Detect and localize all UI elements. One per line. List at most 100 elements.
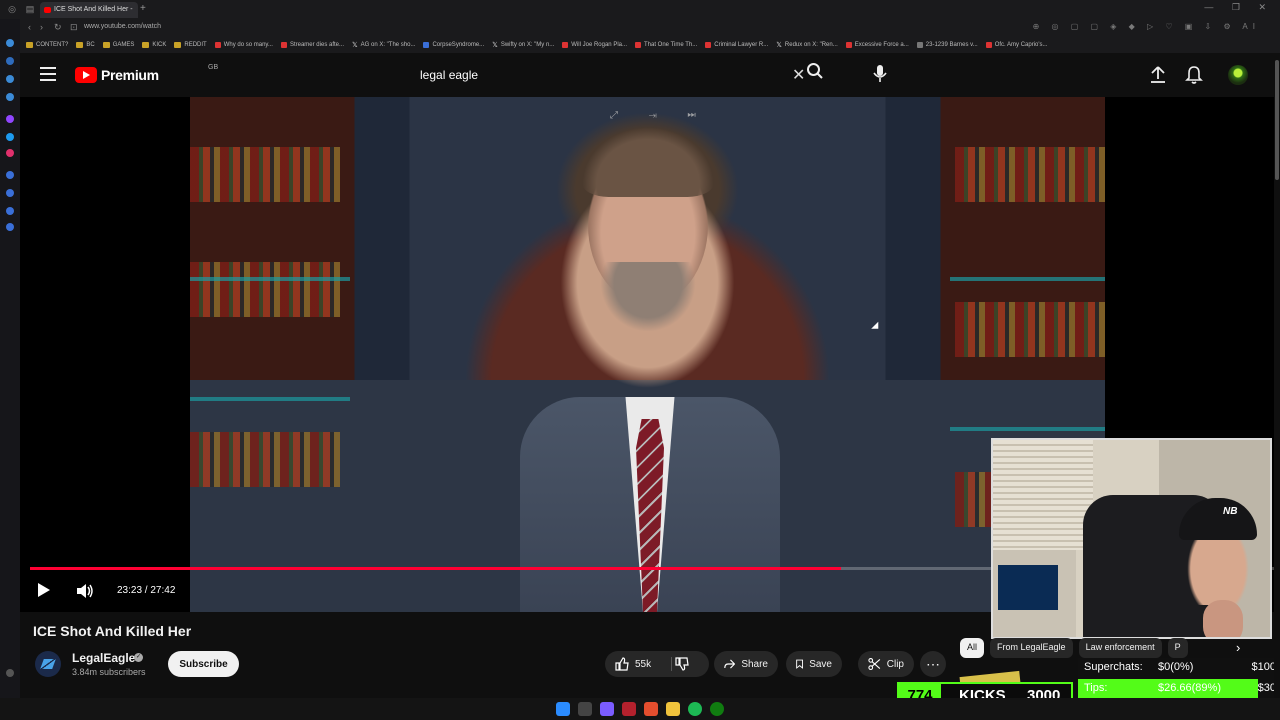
- bookmark-label: Excessive Force a...: [854, 42, 909, 48]
- bookmark-item[interactable]: 𝕏 Redux on X: "Ren...: [776, 41, 837, 49]
- bookmark-item[interactable]: CONTENT?: [26, 42, 68, 48]
- sidebar-toggle-icon[interactable]: ▤: [24, 3, 36, 15]
- channel-avatar[interactable]: [35, 651, 61, 677]
- new-tab-button[interactable]: +: [140, 3, 146, 14]
- x-icon: 𝕏: [352, 42, 358, 49]
- share-button[interactable]: Share: [714, 651, 778, 677]
- sidebar-app-icon[interactable]: [6, 133, 14, 141]
- address-bar[interactable]: www.youtube.com/watch: [84, 23, 161, 30]
- sidebar-app-icon[interactable]: [6, 57, 14, 65]
- hamburger-menu-icon[interactable]: [40, 67, 56, 81]
- search-taskbar-icon[interactable]: [578, 702, 592, 716]
- play-button[interactable]: [38, 583, 50, 597]
- logo-text: Premium: [101, 67, 159, 83]
- sidebar-app-icon[interactable]: [6, 171, 14, 179]
- shelf-decoration: [950, 427, 1105, 431]
- bookmark-label: CONTENT?: [36, 42, 69, 48]
- filter-chip[interactable]: P: [1167, 638, 1188, 658]
- site-info-icon[interactable]: ⊡: [70, 22, 78, 33]
- browser-sidebar: [0, 19, 20, 699]
- goal-row: Superchats: $0(0%) $100: [1078, 658, 1280, 678]
- search-icon[interactable]: [806, 62, 824, 80]
- bookmark-item[interactable]: 𝕏 Swifty on X: "My n...: [492, 41, 554, 49]
- sidebar-app-icon[interactable]: [6, 75, 14, 83]
- bookmark-item[interactable]: 23-1239 Barnes v...: [916, 42, 978, 48]
- bookmark-item[interactable]: Ofc. Amy Caprio's...: [985, 42, 1048, 48]
- folder-icon: [102, 42, 110, 48]
- clear-search-icon[interactable]: ✕: [792, 65, 805, 85]
- subscribe-button[interactable]: Subscribe: [168, 651, 239, 677]
- bookmark-item[interactable]: GAMES: [102, 42, 134, 48]
- spotify-icon[interactable]: [688, 702, 702, 716]
- filter-chip[interactable]: Law enforcement: [1078, 638, 1162, 658]
- bookmark-label: CorpseSyndrome...: [432, 42, 485, 48]
- filter-chip[interactable]: All: [960, 638, 985, 658]
- windows-start-icon[interactable]: [556, 702, 570, 716]
- more-actions-button[interactable]: ⋯: [920, 651, 946, 677]
- verified-check-icon: ✓: [134, 653, 143, 662]
- channel-name[interactable]: LegalEagle: [72, 651, 135, 665]
- sidebar-app-icon[interactable]: [6, 115, 14, 123]
- filter-chip[interactable]: From LegalEagle: [990, 638, 1073, 658]
- bookmark-item[interactable]: 𝕏 AG on X: "The sho...: [352, 41, 415, 49]
- bookmark-item[interactable]: That One Time Th...: [635, 42, 697, 48]
- bookmark-item[interactable]: REDDIT: [174, 42, 207, 48]
- bookmark-item[interactable]: Excessive Force a...: [845, 42, 909, 48]
- bookmark-label: AG on X: "The sho...: [360, 42, 416, 48]
- notifications-bell-icon[interactable]: [1185, 65, 1203, 85]
- create-upload-icon[interactable]: [1150, 66, 1166, 84]
- chrome-icon[interactable]: [644, 702, 658, 716]
- bookmark-item[interactable]: Will Joe Rogan Pla...: [562, 42, 627, 48]
- bookmark-item[interactable]: BC: [76, 42, 95, 48]
- bookmark-item[interactable]: Criminal Lawyer R...: [705, 42, 768, 48]
- bookmark-item[interactable]: Streamer dies afte...: [280, 42, 344, 48]
- time-display: 23:23 / 27:42: [117, 585, 176, 596]
- x-icon: 𝕏: [776, 42, 782, 49]
- forward-icon[interactable]: ›: [40, 22, 43, 32]
- bookmark-label: 23-1239 Barnes v...: [925, 42, 978, 48]
- sidebar-app-icon[interactable]: [6, 207, 14, 215]
- thumbs-up-icon[interactable]: [615, 657, 629, 671]
- sidebar-app-icon[interactable]: [6, 149, 14, 157]
- save-button[interactable]: Save: [786, 651, 842, 677]
- window-controls[interactable]: — ❐ ✕: [1204, 2, 1274, 13]
- bookmark-item[interactable]: KICK: [142, 42, 166, 48]
- reload-icon[interactable]: ↻: [54, 22, 62, 33]
- bookmark-item[interactable]: Why do so many...: [214, 42, 273, 48]
- search-input[interactable]: [412, 64, 772, 86]
- volume-icon[interactable]: [76, 583, 94, 599]
- sidebar-app-icon[interactable]: [6, 189, 14, 197]
- scrollbar-thumb[interactable]: [1275, 60, 1279, 180]
- xbox-icon[interactable]: [710, 702, 724, 716]
- sidebar-app-icon[interactable]: [6, 39, 14, 47]
- opera-icon[interactable]: [622, 702, 636, 716]
- search-box: ✕: [412, 64, 810, 86]
- sidebar-app-icon[interactable]: [6, 223, 14, 231]
- thumbs-down-icon[interactable]: [675, 657, 689, 671]
- video-frame[interactable]: [190, 97, 1105, 612]
- player-overlay-controls[interactable]: ⤢ ⇥ ⏭: [610, 110, 710, 121]
- microphone-icon[interactable]: [873, 64, 887, 84]
- extension-icons[interactable]: ⊕ ◎ ▢ ▢ ◈ ◆ ▷ ♡ ▣ ⇩ ⚙ AI: [1033, 22, 1260, 31]
- subscriber-count: 3.84m subscribers: [72, 667, 146, 677]
- file-explorer-icon[interactable]: [666, 702, 680, 716]
- bookmark-label: Redux on X: "Ren...: [784, 42, 838, 48]
- bookshelf-decoration: [190, 432, 340, 487]
- sidebar-app-icon[interactable]: [6, 93, 14, 101]
- reddit-icon: [845, 42, 852, 48]
- like-count[interactable]: 55k: [635, 659, 651, 670]
- sidebar-settings-icon[interactable]: [6, 669, 14, 677]
- bookmark-item[interactable]: CorpseSyndrome...: [423, 42, 484, 48]
- bookmark-label: KICK: [152, 42, 167, 48]
- tab-active[interactable]: ICE Shot And Killed Her -: [40, 2, 138, 18]
- goal-value: $0(0%): [1158, 661, 1194, 673]
- youtube-premium-logo[interactable]: Premium GB: [75, 64, 218, 84]
- back-icon[interactable]: ‹: [28, 22, 31, 32]
- chevron-right-icon[interactable]: ›: [1236, 640, 1240, 655]
- bookshelf-decoration: [955, 147, 1105, 202]
- clip-button[interactable]: Clip: [858, 651, 914, 677]
- folder-icon: [76, 42, 84, 48]
- browser-menu-icon[interactable]: ◎: [6, 3, 18, 15]
- account-avatar[interactable]: [1228, 65, 1248, 85]
- discord-icon[interactable]: [600, 702, 614, 716]
